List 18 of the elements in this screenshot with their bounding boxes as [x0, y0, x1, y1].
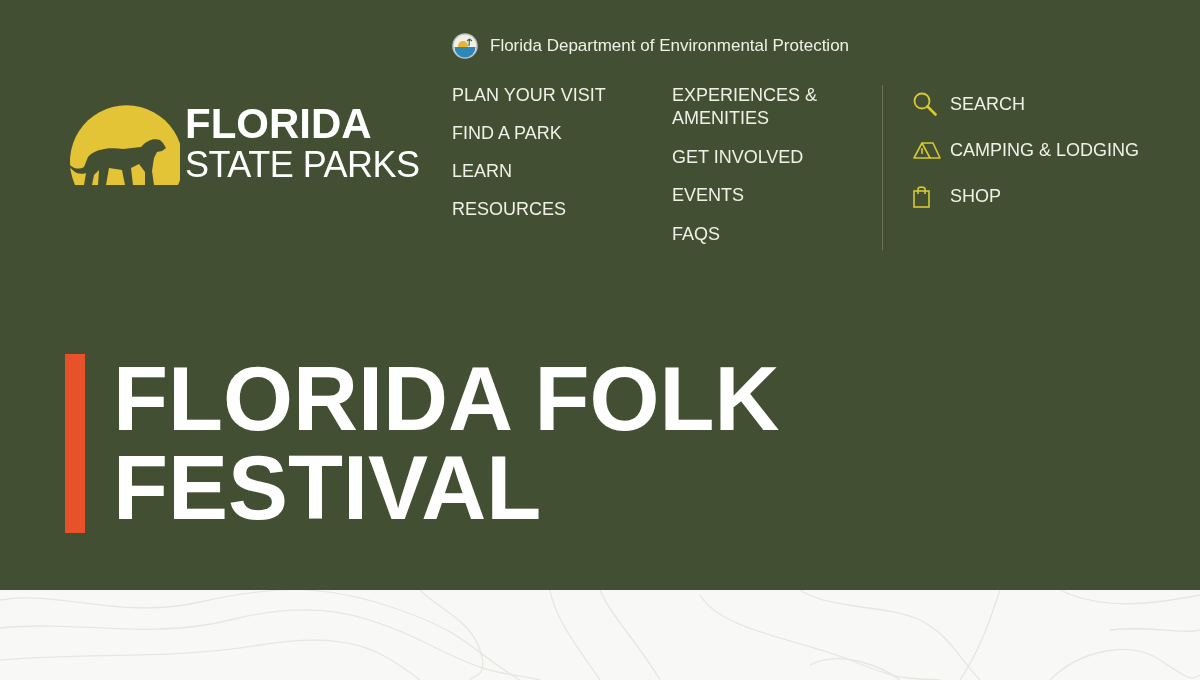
nav-link[interactable]: EVENTS — [672, 184, 745, 207]
search-link[interactable]: SEARCH — [913, 91, 1140, 117]
shopping-bag-icon — [913, 184, 930, 208]
nav-link[interactable]: EXPERIENCES & AMENITIES — [672, 84, 852, 130]
agency-name: Florida Department of Environmental Protection — [490, 35, 850, 58]
nav-link[interactable]: FIND A PARK — [452, 122, 562, 145]
camping-link[interactable]: CAMPING & LODGING — [913, 137, 1140, 163]
nav-link[interactable]: LEARN — [452, 160, 513, 183]
nav-link[interactable]: FAQS — [672, 222, 720, 246]
shop-link[interactable]: SHOP — [913, 183, 1140, 209]
sun-over-water-icon — [452, 33, 478, 59]
home-logo-link[interactable]: FLORIDA STATE PARKS — [65, 95, 420, 185]
nav-link[interactable]: GET INVOLVED — [672, 145, 804, 169]
search-icon — [913, 92, 937, 116]
nav-link[interactable]: PLAN YOUR VISIT — [452, 84, 606, 107]
nav-link[interactable]: RESOURCES — [452, 198, 567, 221]
page-title: FLORIDA FOLK FESTIVAL — [113, 354, 781, 533]
tent-icon — [913, 141, 941, 159]
